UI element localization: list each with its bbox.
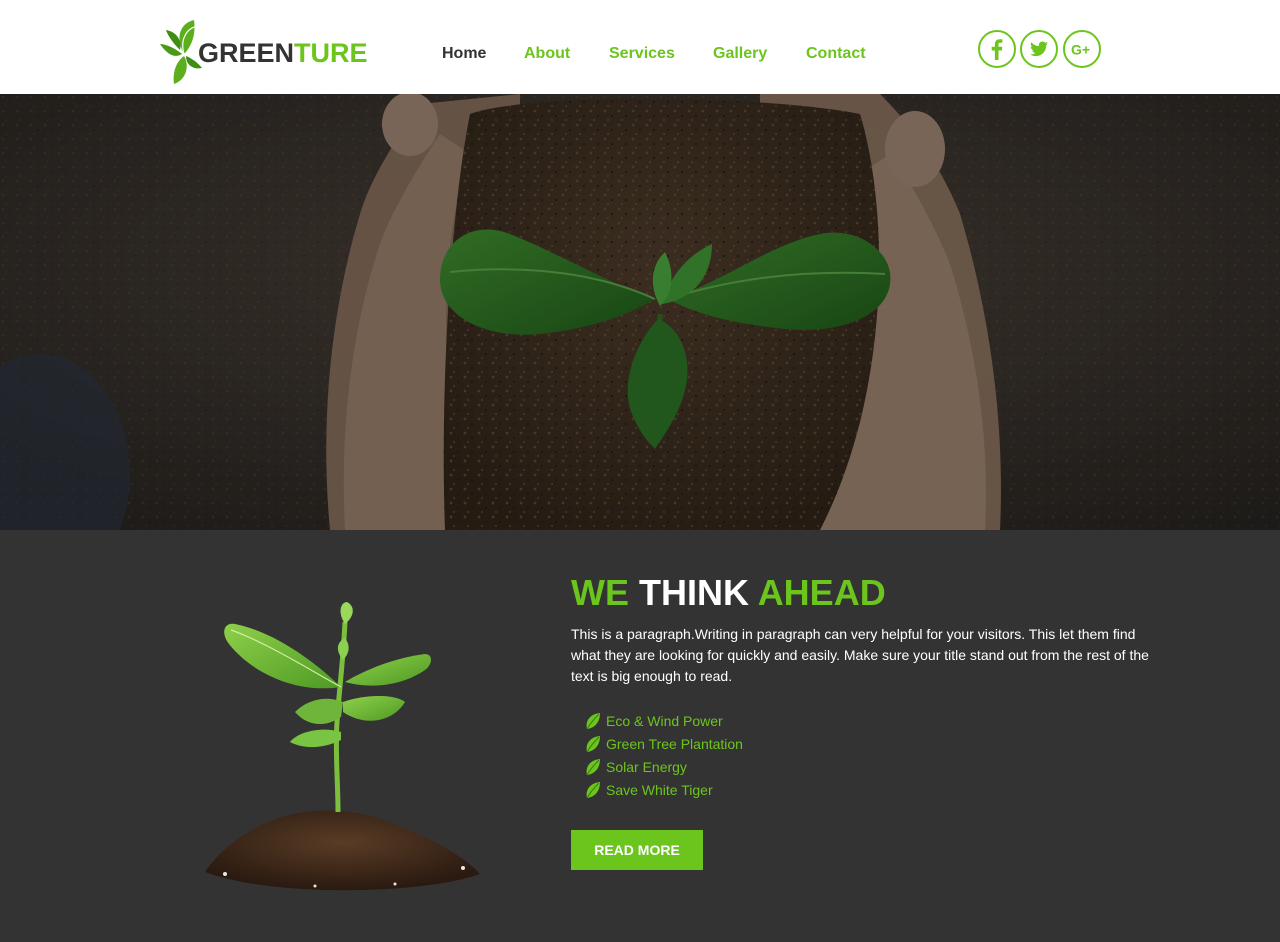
leaf-icon (586, 759, 600, 776)
feature-item: Eco & Wind Power (585, 710, 743, 733)
google-plus-glyph: G+ (1071, 42, 1090, 58)
nav-gallery[interactable]: Gallery (713, 45, 767, 63)
about-paragraph: This is a paragraph.Writing in paragraph… (571, 626, 1149, 684)
sapling-image (205, 602, 480, 891)
brand-name-green: TURE (294, 38, 368, 68)
brand-name: GREENTURE (198, 38, 368, 69)
google-plus-icon: G+ (1071, 42, 1090, 58)
feature-item: Green Tree Plantation (585, 733, 743, 756)
brand-logo[interactable]: GREENTURE (158, 10, 368, 86)
headline-we: WE (571, 572, 629, 613)
facebook-button[interactable] (978, 30, 1016, 68)
about-headline: WE THINK AHEAD (571, 572, 886, 614)
feature-label: Green Tree Plantation (606, 736, 743, 752)
nav-contact[interactable]: Contact (806, 45, 866, 63)
feature-label: Eco & Wind Power (606, 713, 723, 729)
read-more-button[interactable]: READ MORE (571, 830, 703, 870)
nav-about[interactable]: About (524, 45, 570, 63)
feature-item: Save White Tiger (585, 779, 743, 802)
nav-services[interactable]: Services (609, 45, 675, 63)
site-header: GREENTURE Home About Services Gallery Co… (0, 0, 1280, 94)
hero-image-hands-seedling (0, 94, 1280, 530)
brand-name-dark: GREEN (198, 38, 295, 68)
nav-home[interactable]: Home (442, 45, 486, 63)
feature-label: Solar Energy (606, 759, 687, 775)
leaf-icon (586, 736, 600, 753)
leaf-icon (586, 782, 600, 799)
feature-item: Solar Energy (585, 756, 743, 779)
facebook-icon (991, 39, 1003, 60)
about-section: WE THINK AHEAD This is a paragraph.Writi… (0, 530, 1280, 942)
twitter-icon (1030, 41, 1048, 57)
headline-think: THINK (639, 572, 750, 613)
headline-ahead: AHEAD (757, 572, 886, 613)
hero-banner (0, 94, 1280, 530)
feature-label: Save White Tiger (606, 782, 713, 798)
google-plus-button[interactable]: G+ (1063, 30, 1101, 68)
feature-list: Eco & Wind Power Green Tree Plantation S… (585, 710, 743, 802)
leaf-icon (586, 713, 600, 730)
twitter-button[interactable] (1020, 30, 1058, 68)
